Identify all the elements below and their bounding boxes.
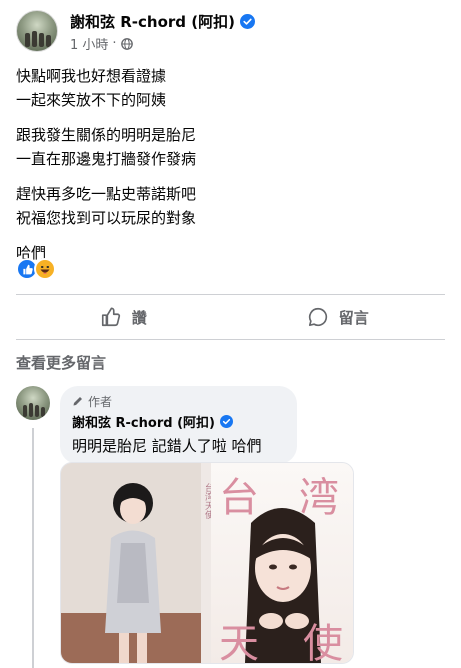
comment-bubble: 作者 謝和弦 R-chord (阿扣) 明明是胎尼 記錯人了啦 哈們 — [60, 386, 297, 464]
comment-bubble-icon — [308, 307, 327, 327]
post-line: 趕快再多吃一點史蒂諾斯吧 — [16, 185, 197, 203]
comment-label: 留言 — [338, 308, 369, 327]
post-timestamp[interactable]: 1 小時 — [70, 34, 108, 53]
post-paragraph: 趕快再多吃一點史蒂諾斯吧 祝福您找到可以玩尿的對象 — [16, 182, 196, 230]
image-title-char: 台 — [219, 475, 259, 521]
author-tag: 作者 — [72, 392, 283, 410]
verified-badge-icon — [219, 415, 233, 428]
post-line: 快點啊我也好想看證據 — [16, 67, 167, 85]
globe-icon — [120, 37, 133, 50]
author-avatar[interactable] — [16, 10, 58, 52]
commenter-name[interactable]: 謝和弦 R-chord (阿扣) — [72, 412, 215, 431]
image-title-char: 使 — [303, 621, 343, 664]
commenter-avatar[interactable] — [16, 386, 50, 420]
like-label: 讚 — [131, 308, 147, 327]
post-action-bar: 讚 留言 — [16, 297, 445, 337]
comment-button[interactable]: 留言 — [231, 297, 446, 337]
pencil-icon — [73, 397, 82, 406]
reactions-summary[interactable] — [16, 258, 56, 280]
image-title-char: 天 — [219, 621, 259, 664]
image-title-char: 湾 — [299, 475, 339, 521]
post-line: 祝福您找到可以玩尿的對象 — [16, 209, 197, 227]
image-photo-left — [61, 463, 201, 663]
post-line: 跟我發生關係的明明是胎尼 — [16, 126, 197, 144]
author-name[interactable]: 謝和弦 R-chord (阿扣) — [70, 11, 235, 32]
separator-dot: · — [112, 36, 117, 51]
haha-reaction-icon — [34, 258, 56, 280]
post-line: 一起來笑放不下的阿姨 — [16, 91, 167, 109]
like-button[interactable]: 讚 — [16, 297, 231, 337]
divider — [16, 339, 445, 340]
comment-text: 明明是胎尼 記錯人了啦 哈們 — [72, 437, 262, 455]
post-line: 一直在那邊鬼打牆發作發病 — [16, 150, 197, 168]
image-photo-right: 台 湾 天 使 — [211, 463, 353, 663]
author-tag-label: 作者 — [88, 394, 113, 409]
verified-badge-icon — [239, 13, 255, 29]
comment-item: 作者 謝和弦 R-chord (阿扣) 明明是胎尼 記錯人了啦 哈們 — [16, 386, 297, 464]
image-spine: 台湾天使 — [201, 463, 213, 663]
thumb-up-icon — [101, 307, 120, 327]
divider — [16, 294, 445, 295]
post-header: 謝和弦 R-chord (阿扣) 1 小時 · — [16, 10, 255, 53]
thread-line — [32, 428, 34, 668]
post-paragraph: 跟我發生關係的明明是胎尼 一直在那邊鬼打牆發作發病 — [16, 123, 196, 171]
view-more-comments-link[interactable]: 查看更多留言 — [16, 352, 106, 373]
post-message: 快點啊我也好想看證據 一起來笑放不下的阿姨 跟我發生關係的明明是胎尼 一直在那邊… — [16, 64, 196, 276]
post-paragraph: 快點啊我也好想看證據 一起來笑放不下的阿姨 — [16, 64, 196, 112]
comment-image[interactable]: 台湾天使 台 湾 天 使 — [60, 462, 354, 664]
